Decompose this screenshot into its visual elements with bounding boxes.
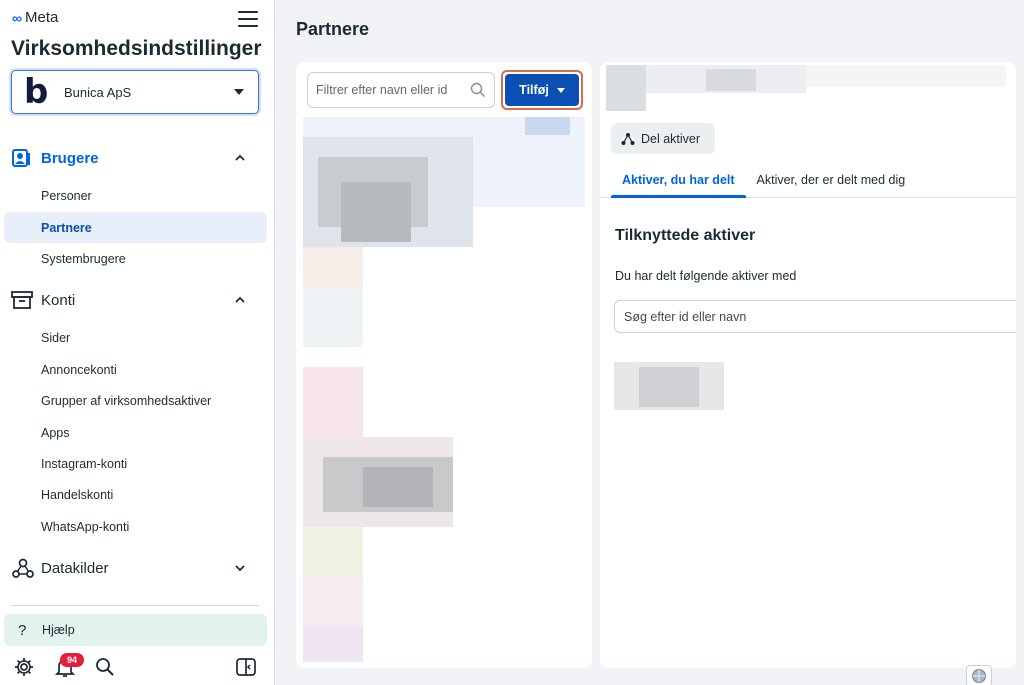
business-name: Bunica ApS bbox=[64, 84, 132, 100]
app-title: Virksomhedsindstillinger bbox=[11, 37, 262, 60]
sidebar-item-personer[interactable]: Personer bbox=[4, 180, 267, 211]
section-brugere[interactable]: Brugere bbox=[0, 146, 275, 170]
caret-down-icon bbox=[234, 89, 244, 95]
partner-header: Del aktiver Aktiver, du har delt Aktiver… bbox=[600, 62, 1016, 198]
chevron-up-icon bbox=[235, 154, 245, 161]
menu-icon[interactable] bbox=[238, 11, 258, 27]
partners-list-panel: Tilføj bbox=[296, 62, 592, 668]
sidebar-item-sider[interactable]: Sider bbox=[4, 322, 267, 353]
pixelated-content bbox=[303, 117, 585, 662]
archive-icon bbox=[11, 291, 33, 309]
chevron-up-icon bbox=[235, 296, 245, 303]
meta-infinity-icon: ∞ bbox=[12, 9, 22, 26]
help-button[interactable]: ? Hjælp bbox=[4, 614, 267, 646]
data-sources-icon bbox=[12, 558, 34, 578]
meta-logo: ∞ Meta bbox=[12, 9, 58, 26]
sidebar-item-handelskonti[interactable]: Handelskonti bbox=[4, 479, 267, 510]
add-partner-button[interactable]: Tilføj bbox=[505, 74, 579, 106]
asset-tabs: Aktiver, du har delt Aktiver, der er del… bbox=[611, 162, 916, 198]
question-mark-icon: ? bbox=[18, 621, 27, 639]
partner-details-panel: Del aktiver Aktiver, du har delt Aktiver… bbox=[600, 62, 1016, 668]
section-konti[interactable]: Konti bbox=[0, 288, 275, 312]
panel-toggle-icon[interactable] bbox=[235, 656, 257, 678]
page-title: Partnere bbox=[296, 19, 370, 39]
assets-search-input[interactable] bbox=[614, 300, 1016, 333]
caret-down-icon bbox=[556, 87, 565, 93]
share-icon bbox=[621, 132, 635, 145]
sidebar-footer bbox=[0, 656, 275, 680]
sidebar-item-partnere[interactable]: Partnere bbox=[4, 212, 267, 243]
assets-title: Tilknyttede aktiver bbox=[615, 227, 756, 244]
sidebar-item-systembrugere[interactable]: Systembrugere bbox=[4, 243, 267, 274]
help-label: Hjælp bbox=[42, 623, 75, 637]
search-icon[interactable] bbox=[94, 656, 116, 678]
chevron-down-icon bbox=[235, 565, 245, 572]
filter-search bbox=[307, 72, 495, 108]
globe-glyph bbox=[972, 669, 986, 683]
sidebar-item-whatsapp[interactable]: WhatsApp-konti bbox=[4, 511, 267, 542]
sidebar-divider bbox=[11, 605, 259, 606]
sidebar-item-grupper[interactable]: Grupper af virksomhedsaktiver bbox=[4, 385, 267, 416]
users-icon bbox=[12, 149, 30, 167]
gear-icon[interactable] bbox=[13, 656, 35, 678]
business-logo: b bbox=[24, 72, 49, 112]
tab-shared-by-you[interactable]: Aktiver, du har delt bbox=[611, 162, 746, 198]
partners-list-blurred[interactable] bbox=[303, 117, 585, 662]
section-datakilder[interactable]: Datakilder bbox=[0, 556, 275, 580]
add-button-label: Tilføj bbox=[519, 83, 549, 97]
sidebar-item-apps[interactable]: Apps bbox=[4, 417, 267, 448]
filter-input[interactable] bbox=[316, 83, 466, 97]
add-button-highlight: Tilføj bbox=[501, 70, 583, 110]
section-label: Datakilder bbox=[41, 559, 109, 577]
assets-subtitle: Du har delt følgende aktiver med bbox=[615, 269, 797, 283]
notification-badge: 94 bbox=[60, 653, 84, 667]
share-assets-label: Del aktiver bbox=[641, 131, 701, 146]
section-label: Konti bbox=[41, 291, 76, 309]
share-assets-button[interactable]: Del aktiver bbox=[611, 123, 715, 154]
sidebar-item-annoncekonti[interactable]: Annoncekonti bbox=[4, 354, 267, 385]
business-selector[interactable]: b Bunica ApS bbox=[11, 70, 259, 114]
tab-shared-with-you[interactable]: Aktiver, der er delt med dig bbox=[746, 162, 917, 198]
search-icon bbox=[470, 82, 486, 98]
globe-icon[interactable] bbox=[966, 665, 992, 685]
partner-name-blurred bbox=[606, 65, 1006, 111]
meta-label: Meta bbox=[24, 9, 59, 26]
sidebar-item-instagram[interactable]: Instagram-konti bbox=[4, 448, 267, 479]
sidebar: ∞ Meta Virksomhedsindstillinger b Bunica… bbox=[0, 0, 275, 685]
section-label: Brugere bbox=[41, 149, 99, 167]
asset-blurred bbox=[604, 352, 734, 416]
